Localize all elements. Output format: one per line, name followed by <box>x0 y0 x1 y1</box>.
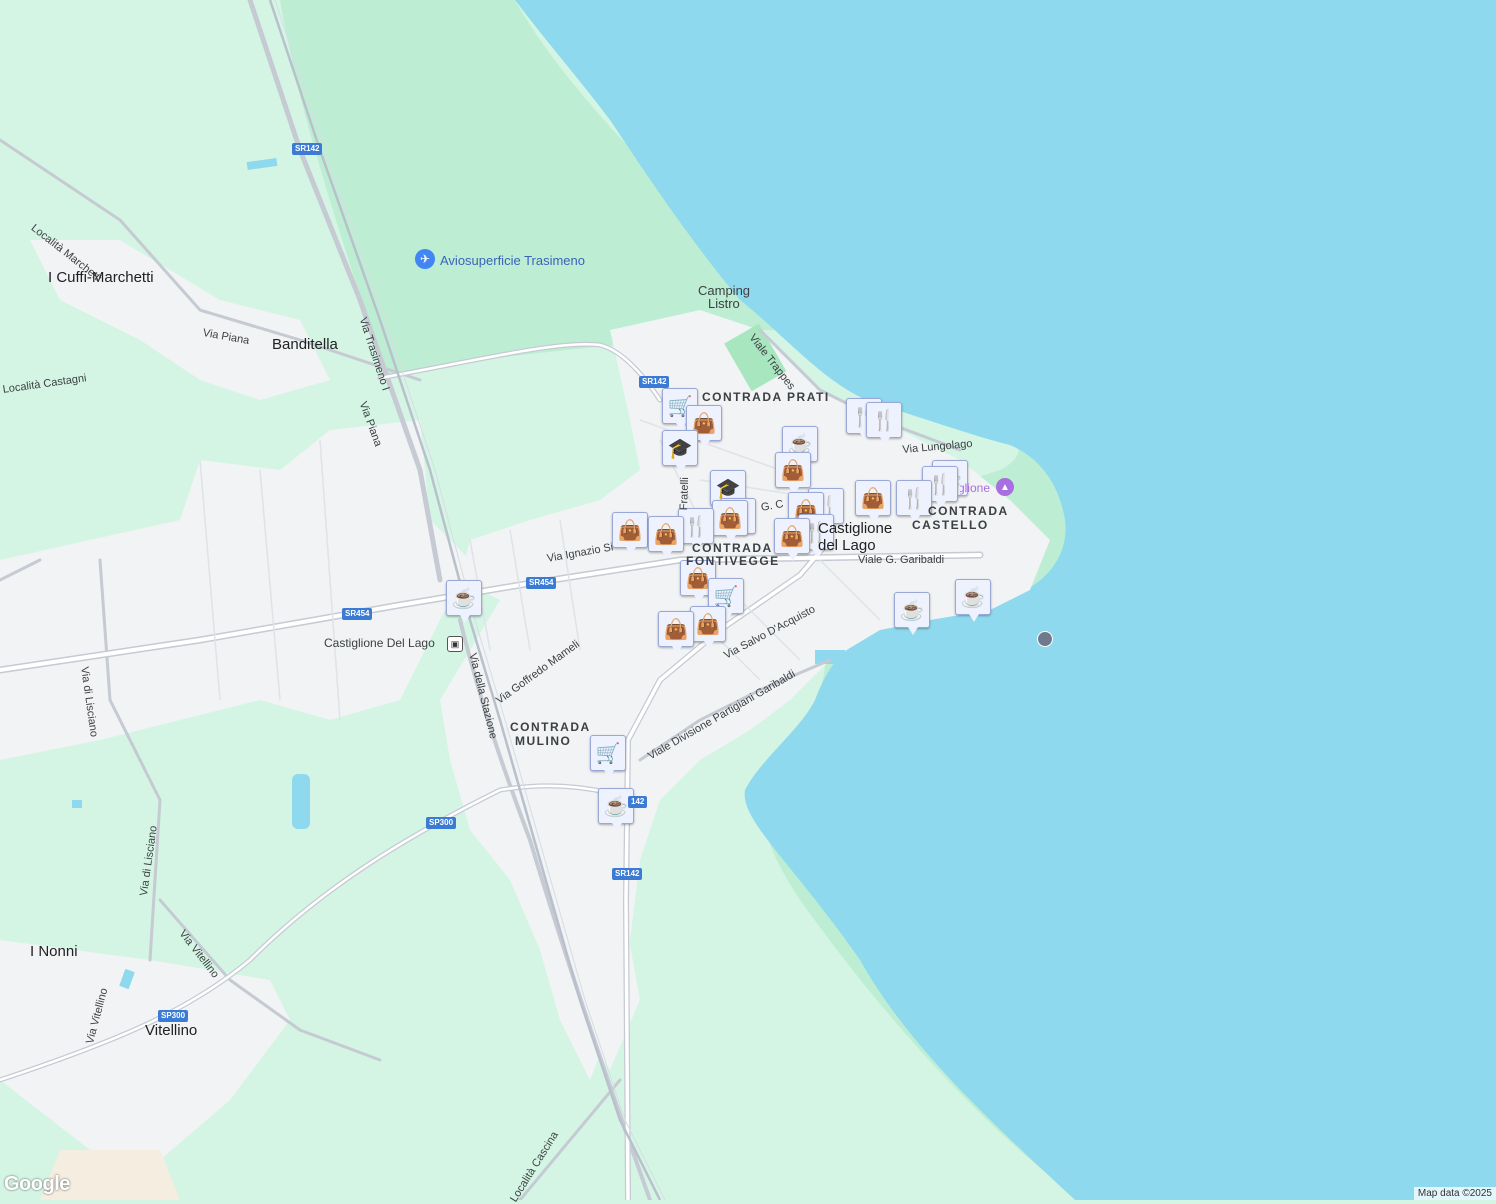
ferry-icon[interactable] <box>1037 631 1053 647</box>
station-label[interactable]: Castiglione Del Lago <box>324 636 435 650</box>
shopping-bag-icon[interactable]: 👜 <box>690 606 726 649</box>
road-shield: SP300 <box>158 1010 189 1022</box>
airport-label[interactable]: Aviosuperficie Trasimeno <box>440 253 585 268</box>
road-shield: SR142 <box>292 143 323 155</box>
cafe-icon[interactable]: ☕ <box>955 579 991 622</box>
road-shield: SR454 <box>526 577 557 589</box>
museum-label[interactable]: Palazzo della Corgna - Castiglione <box>960 481 990 495</box>
shopping-bag-icon[interactable]: 👜 <box>775 452 811 495</box>
shopping-bag-icon[interactable]: 👜 <box>658 611 694 654</box>
restaurant-icon[interactable]: 🍴 <box>896 480 932 523</box>
shopping-bag-icon[interactable]: 👜 <box>855 480 891 523</box>
cafe-icon[interactable]: ☕ <box>894 592 930 635</box>
town-label: del Lago <box>818 537 876 554</box>
road-label: Fratelli <box>678 477 692 511</box>
shopping-bag-icon[interactable]: 👜 <box>774 518 810 561</box>
place-label: Listro <box>708 296 740 311</box>
shopping-bag-icon[interactable]: 👜 <box>712 500 748 543</box>
shopping-bag-icon[interactable]: 👜 <box>648 516 684 559</box>
district-label: CONTRADA <box>928 504 1009 518</box>
district-label: CONTRADA <box>510 720 591 734</box>
place-label: Vitellino <box>145 1022 198 1039</box>
place-label: I Nonni <box>30 943 78 960</box>
road-shield: SR454 <box>342 608 373 620</box>
cafe-icon[interactable]: ☕ <box>446 580 482 623</box>
airport-icon[interactable]: ✈ <box>415 249 435 269</box>
road-shield: SR142 <box>639 376 670 388</box>
map-canvas[interactable] <box>0 0 1496 1200</box>
school-icon[interactable]: 🎓 <box>662 430 698 473</box>
road-shield: SR142 <box>612 868 643 880</box>
road-shield: SP300 <box>426 817 457 829</box>
shopping-bag-icon[interactable]: 👜 <box>612 512 648 555</box>
district-label: FONTIVEGGE <box>686 554 780 568</box>
google-logo: Google <box>4 1173 70 1195</box>
district-label: CONTRADA PRATI <box>702 390 830 404</box>
museum-icon[interactable]: ▲ <box>996 478 1014 496</box>
train-station-icon[interactable]: ▣ <box>447 636 463 652</box>
district-label: CASTELLO <box>912 518 989 532</box>
shopping-cart-icon[interactable]: 🛒 <box>590 735 626 778</box>
town-label: Castiglione <box>818 520 893 537</box>
road-label: Viale G. Garibaldi <box>858 554 945 566</box>
place-label: Banditella <box>272 336 338 353</box>
district-label: CONTRADA <box>692 541 773 555</box>
road-shield: 142 <box>628 796 648 808</box>
district-label: MULINO <box>515 734 572 748</box>
map-attribution[interactable]: Map data ©2025 <box>1413 1187 1496 1200</box>
restaurant-icon[interactable]: 🍴 <box>866 402 902 445</box>
